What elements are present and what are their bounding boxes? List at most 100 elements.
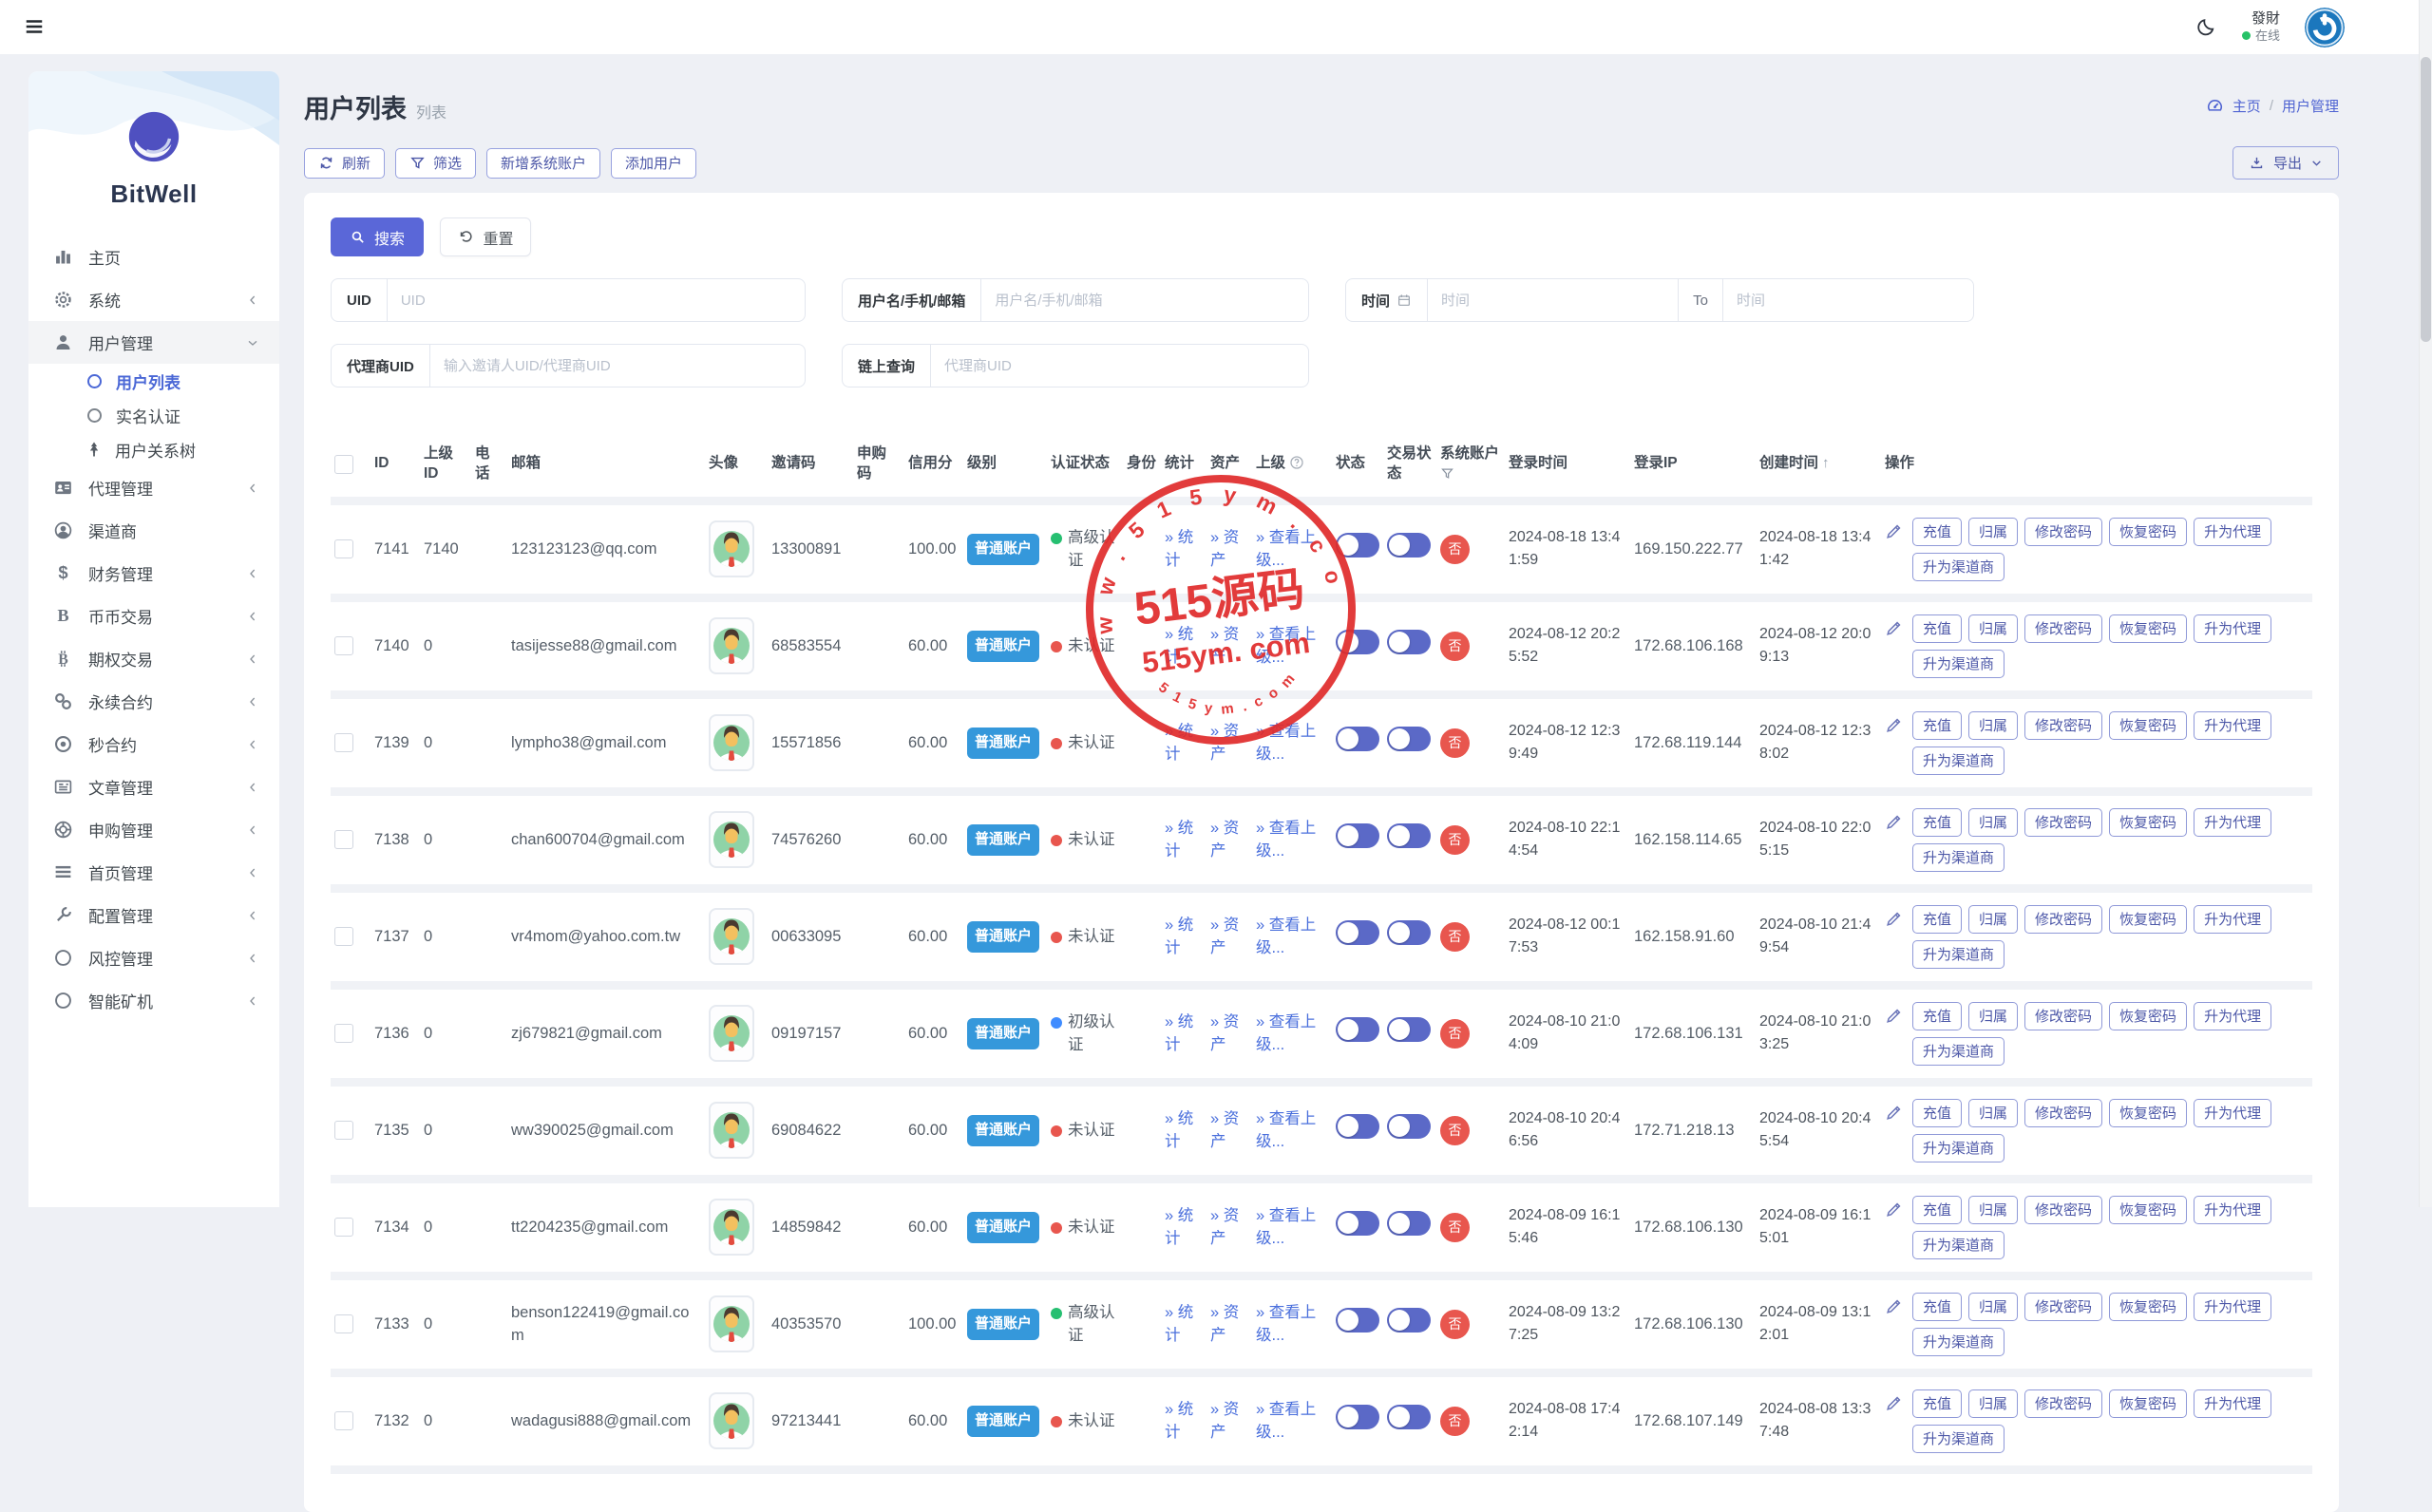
status-toggle[interactable] [1336,823,1379,848]
sidebar-item[interactable]: 风控管理 [28,936,279,979]
assets-link[interactable]: » 资产 [1210,1207,1239,1248]
action-button[interactable]: 充值 [1912,905,1962,934]
stats-link[interactable]: » 统计 [1165,1013,1193,1054]
action-button[interactable]: 修改密码 [2024,905,2102,934]
action-button[interactable]: 升为代理 [2194,518,2271,546]
sidebar-item[interactable]: 智能矿机 [28,979,279,1022]
edit-pencil-icon[interactable] [1885,1007,1903,1025]
row-checkbox[interactable] [334,1411,353,1430]
action-button[interactable]: 充值 [1912,1099,1962,1127]
action-button[interactable]: 充值 [1912,518,1962,546]
action-button[interactable]: 充值 [1912,1389,1962,1418]
assets-link[interactable]: » 资产 [1210,529,1239,570]
assets-link[interactable]: » 资产 [1210,1110,1239,1151]
action-button[interactable]: 充值 [1912,808,1962,837]
action-button[interactable]: 恢复密码 [2109,1002,2187,1030]
row-checkbox[interactable] [334,1314,353,1333]
action-button[interactable]: 恢复密码 [2109,1099,2187,1127]
action-button[interactable]: 修改密码 [2024,614,2102,643]
edit-pencil-icon[interactable] [1885,910,1903,928]
action-button[interactable]: 升为代理 [2194,614,2271,643]
action-button[interactable]: 恢复密码 [2109,1293,2187,1321]
edit-pencil-icon[interactable] [1885,813,1903,831]
action-button[interactable]: 升为代理 [2194,1002,2271,1030]
assets-link[interactable]: » 资产 [1210,1304,1239,1345]
action-button[interactable]: 修改密码 [2024,1196,2102,1224]
assets-link[interactable]: » 资产 [1210,820,1239,860]
action-button[interactable]: 归属 [1968,1099,2018,1127]
stats-link[interactable]: » 统计 [1165,820,1193,860]
status-toggle[interactable] [1336,533,1379,558]
export-button[interactable]: 导出 [2232,146,2339,180]
sidebar-item[interactable]: 配置管理 [28,894,279,936]
action-button[interactable]: 恢复密码 [2109,905,2187,934]
sidebar-item[interactable]: 代理管理 [28,466,279,509]
sort-asc-icon[interactable]: ↑ [1822,455,1830,471]
status-toggle[interactable] [1336,727,1379,751]
row-checkbox[interactable] [334,1218,353,1237]
stats-link[interactable]: » 统计 [1165,529,1193,570]
sidebar-item[interactable]: 申购管理 [28,808,279,851]
action-button[interactable]: 升为渠道商 [1912,940,2004,969]
time-to-input[interactable] [1723,279,1973,321]
status-toggle[interactable] [1336,1017,1379,1042]
user-input[interactable] [981,279,1308,321]
row-checkbox[interactable] [334,636,353,655]
stats-link[interactable]: » 统计 [1165,1401,1193,1442]
trade-status-toggle[interactable] [1387,1211,1431,1236]
view-parent-link[interactable]: » 查看上级... [1256,723,1316,764]
sidebar-item[interactable]: 永续合约 [28,680,279,723]
status-toggle[interactable] [1336,1405,1379,1429]
action-button[interactable]: 恢复密码 [2109,808,2187,837]
row-checkbox[interactable] [334,1121,353,1140]
sidebar-subitem[interactable]: 用户关系树 [28,432,279,466]
action-button[interactable]: 恢复密码 [2109,614,2187,643]
action-button[interactable]: 充值 [1912,614,1962,643]
hamburger-menu-icon[interactable] [23,16,46,37]
action-button[interactable]: 升为代理 [2194,1293,2271,1321]
row-checkbox[interactable] [334,733,353,752]
assets-link[interactable]: » 资产 [1210,1401,1239,1442]
action-button[interactable]: 恢复密码 [2109,711,2187,740]
stats-link[interactable]: » 统计 [1165,1304,1193,1345]
action-button[interactable]: 归属 [1968,1389,2018,1418]
view-parent-link[interactable]: » 查看上级... [1256,1401,1316,1442]
action-button[interactable]: 归属 [1968,614,2018,643]
breadcrumb-current[interactable]: 用户管理 [2282,96,2339,116]
action-button[interactable]: 修改密码 [2024,711,2102,740]
view-parent-link[interactable]: » 查看上级... [1256,1207,1316,1248]
action-button[interactable]: 充值 [1912,1293,1962,1321]
action-button[interactable]: 升为渠道商 [1912,553,2004,581]
sidebar-subitem[interactable]: 用户列表 [28,364,279,398]
chain-query-input[interactable] [931,345,1308,387]
action-button[interactable]: 归属 [1968,808,2018,837]
scrollbar-thumb[interactable] [2421,57,2431,342]
action-button[interactable]: 修改密码 [2024,1099,2102,1127]
status-toggle[interactable] [1336,1308,1379,1332]
action-button[interactable]: 升为代理 [2194,711,2271,740]
edit-pencil-icon[interactable] [1885,716,1903,734]
edit-pencil-icon[interactable] [1885,1200,1903,1219]
action-button[interactable]: 升为渠道商 [1912,1037,2004,1066]
sidebar-item[interactable]: $财务管理 [28,552,279,595]
trade-status-toggle[interactable] [1387,630,1431,654]
status-toggle[interactable] [1336,630,1379,654]
action-button[interactable]: 归属 [1968,1002,2018,1030]
action-button[interactable]: 升为渠道商 [1912,747,2004,775]
action-button[interactable]: 升为代理 [2194,1099,2271,1127]
stats-link[interactable]: » 统计 [1165,1110,1193,1151]
reset-button[interactable]: 重置 [440,217,531,256]
breadcrumb-home[interactable]: 主页 [2232,96,2261,116]
edit-pencil-icon[interactable] [1885,1394,1903,1412]
edit-pencil-icon[interactable] [1885,619,1903,637]
row-checkbox[interactable] [334,927,353,946]
trade-status-toggle[interactable] [1387,533,1431,558]
view-parent-link[interactable]: » 查看上级... [1256,1110,1316,1151]
view-parent-link[interactable]: » 查看上级... [1256,917,1316,957]
edit-pencil-icon[interactable] [1885,1297,1903,1315]
view-parent-link[interactable]: » 查看上级... [1256,626,1316,667]
action-button[interactable]: 充值 [1912,1002,1962,1030]
trade-status-toggle[interactable] [1387,823,1431,848]
view-parent-link[interactable]: » 查看上级... [1256,529,1316,570]
action-button[interactable]: 升为渠道商 [1912,843,2004,872]
